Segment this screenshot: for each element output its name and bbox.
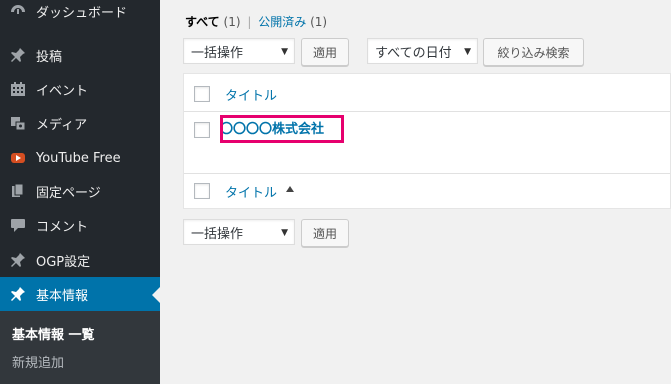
calendar-icon bbox=[8, 79, 28, 99]
youtube-icon bbox=[8, 148, 28, 168]
filter-search-button[interactable]: 絞り込み検索 bbox=[483, 38, 584, 66]
bulk-action-value: 一括操作 bbox=[191, 226, 244, 242]
apply-button-bottom[interactable]: 適用 bbox=[301, 219, 349, 247]
pin-icon bbox=[8, 45, 28, 65]
sidebar-item-ogp-settings[interactable]: OGP設定 bbox=[0, 243, 160, 277]
sidebar-item-label: コメント bbox=[36, 219, 89, 235]
sidebar-item-label: メディア bbox=[36, 117, 88, 133]
sidebar-item-pages[interactable]: 固定ページ bbox=[0, 174, 160, 208]
sidebar-item-label: OGP設定 bbox=[36, 254, 91, 270]
select-all-checkbox-footer[interactable] bbox=[194, 183, 210, 199]
pages-icon bbox=[8, 181, 28, 201]
column-footer-title[interactable]: タイトル bbox=[225, 182, 277, 201]
sidebar-item-posts[interactable]: 投稿 bbox=[0, 38, 160, 72]
header-divider bbox=[184, 111, 670, 112]
sidebar-item-label: ダッシュボード bbox=[36, 5, 128, 21]
pin-icon bbox=[8, 250, 28, 270]
sidebar-item-label: イベント bbox=[36, 83, 89, 99]
sidebar-item-label: YouTube Free bbox=[36, 150, 121, 166]
dashboard-icon bbox=[8, 1, 28, 21]
chevron-down-icon: ▼ bbox=[281, 47, 288, 57]
date-filter-value: すべての日付 bbox=[375, 45, 452, 61]
chevron-down-icon: ▼ bbox=[281, 228, 288, 238]
date-filter-select[interactable]: すべての日付 ▼ bbox=[367, 38, 478, 64]
column-header-title[interactable]: タイトル bbox=[225, 85, 277, 104]
filter-all-count: (1) bbox=[223, 15, 241, 29]
sidebar-item-label: 投稿 bbox=[36, 49, 63, 65]
sidebar-item-comments[interactable]: コメント bbox=[0, 208, 160, 242]
status-filter-links: すべて (1) | 公開済み (1) bbox=[185, 13, 327, 30]
bulk-action-value: 一括操作 bbox=[191, 45, 244, 61]
admin-sidebar: ダッシュボード 投稿 イベント メディア YouTube Free 固定ページ … bbox=[0, 0, 160, 384]
sidebar-submenu: 基本情報 一覧 新規追加 bbox=[0, 311, 160, 384]
bulk-action-select-top[interactable]: 一括操作 ▼ bbox=[183, 38, 295, 64]
footer-divider bbox=[184, 173, 670, 174]
sidebar-item-label: 固定ページ bbox=[36, 185, 101, 201]
apply-button-top[interactable]: 適用 bbox=[301, 38, 349, 66]
sidebar-item-media[interactable]: メディア bbox=[0, 106, 160, 140]
chevron-down-icon: ▼ bbox=[464, 47, 471, 57]
highlight-box bbox=[220, 115, 344, 143]
sidebar-item-youtube-free[interactable]: YouTube Free bbox=[0, 141, 160, 175]
filter-all-link[interactable]: すべて bbox=[185, 15, 220, 29]
pin-icon bbox=[8, 284, 28, 304]
sidebar-item-label: 基本情報 bbox=[36, 288, 89, 304]
filter-separator: | bbox=[247, 15, 252, 29]
sidebar-item-basic-info[interactable]: 基本情報 bbox=[0, 277, 160, 311]
comment-icon bbox=[8, 215, 28, 235]
media-icon bbox=[8, 113, 28, 133]
submenu-item-add-new[interactable]: 新規追加 bbox=[12, 352, 64, 371]
bulk-action-select-bottom[interactable]: 一括操作 ▼ bbox=[183, 219, 295, 245]
submenu-item-list[interactable]: 基本情報 一覧 bbox=[12, 324, 95, 343]
select-all-checkbox-header[interactable] bbox=[194, 86, 210, 102]
sidebar-item-events[interactable]: イベント bbox=[0, 72, 160, 106]
sort-ascending-icon[interactable] bbox=[286, 186, 294, 192]
sidebar-item-dashboard[interactable]: ダッシュボード bbox=[0, 0, 160, 28]
row-checkbox[interactable] bbox=[194, 122, 210, 138]
filter-published-count: (1) bbox=[310, 15, 328, 29]
filter-published-link[interactable]: 公開済み bbox=[258, 15, 306, 29]
